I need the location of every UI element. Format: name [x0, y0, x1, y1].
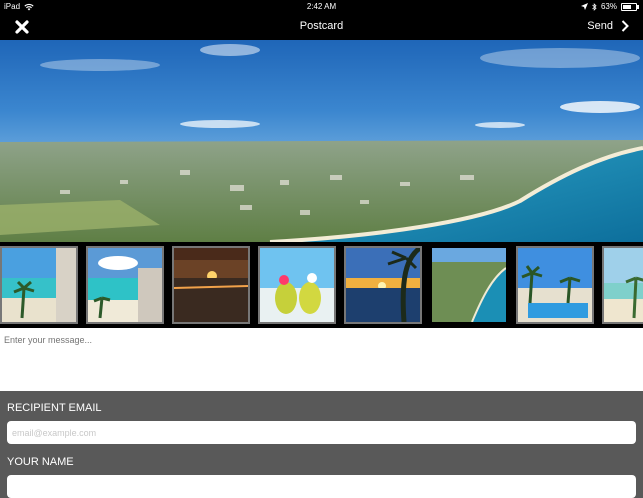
- thumbnail-beach-balcony-photo[interactable]: [86, 246, 164, 324]
- thumbnail-beach-palms-photo[interactable]: [602, 246, 643, 324]
- send-label: Send: [587, 20, 613, 32]
- photo-picker-strip[interactable]: [0, 242, 643, 328]
- nav-bar: Postcard Send: [0, 14, 643, 40]
- aerial-coast-photo: [0, 44, 643, 242]
- thumbnail-palm-sunset-photo[interactable]: [344, 246, 422, 324]
- status-time: 2:42 AM: [306, 2, 337, 11]
- page-title: Postcard: [299, 20, 344, 32]
- bluetooth-icon: [592, 2, 597, 11]
- recipient-email-label: RECIPIENT EMAIL: [7, 402, 102, 414]
- send-button[interactable]: Send: [587, 20, 629, 32]
- recipient-form: RECIPIENT EMAIL YOUR NAME: [0, 391, 643, 498]
- chevron-right-icon: [621, 20, 629, 32]
- thumbnail-pool-palms-photo[interactable]: [516, 246, 594, 324]
- selected-postcard-image: [0, 40, 643, 242]
- message-input[interactable]: [0, 328, 643, 391]
- thumbnail-coastline-aerial-photo[interactable]: [430, 246, 508, 324]
- battery-icon: [621, 2, 639, 11]
- battery-percent: 63%: [600, 2, 617, 11]
- recipient-email-field[interactable]: [7, 421, 636, 444]
- thumbnail-coconut-drinks-photo[interactable]: [258, 246, 336, 324]
- status-bar: iPad 2:42 AM 63%: [0, 0, 643, 14]
- your-name-field[interactable]: [7, 475, 636, 498]
- your-name-label: YOUR NAME: [7, 456, 74, 468]
- location-arrow-icon: [580, 3, 588, 10]
- message-area: [0, 328, 643, 391]
- thumbnail-beach-balcony-photo[interactable]: [0, 246, 78, 324]
- thumbnail-sunset-sea-photo[interactable]: [172, 246, 250, 324]
